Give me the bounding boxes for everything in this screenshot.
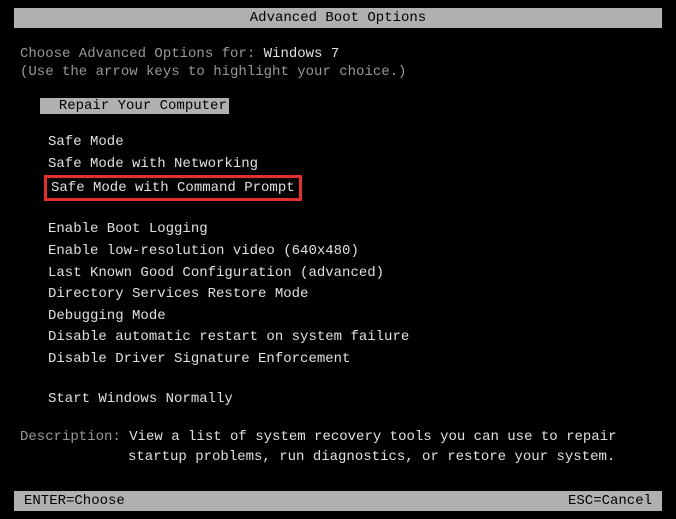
prompt-prefix: Choose Advanced Options for:	[20, 46, 264, 62]
os-name: Windows 7	[264, 46, 340, 62]
menu-item-safe-mode-cmd[interactable]: Safe Mode with Command Prompt	[20, 175, 656, 201]
content-area: Choose Advanced Options for: Windows 7 (…	[0, 28, 676, 428]
highlighted-label: Safe Mode with Command Prompt	[51, 180, 295, 196]
description-block: Description: View a list of system recov…	[0, 428, 676, 467]
description-line2: startup problems, run diagnostics, or re…	[20, 448, 656, 468]
menu-area: Safe Mode Safe Mode with Networking Safe…	[20, 132, 656, 410]
menu-item-boot-logging[interactable]: Enable Boot Logging	[20, 219, 656, 241]
selected-option-row[interactable]: Repair Your Computer	[40, 98, 656, 114]
menu-item-safe-mode-networking[interactable]: Safe Mode with Networking	[20, 154, 656, 176]
menu-item-low-res[interactable]: Enable low-resolution video (640x480)	[20, 241, 656, 263]
description-line1: View a list of system recovery tools you…	[129, 429, 616, 445]
menu-item-disable-driver-sig[interactable]: Disable Driver Signature Enforcement	[20, 349, 656, 371]
hint-line: (Use the arrow keys to highlight your ch…	[20, 64, 656, 80]
highlight-box: Safe Mode with Command Prompt	[44, 175, 302, 201]
menu-item-ds-restore[interactable]: Directory Services Restore Mode	[20, 284, 656, 306]
menu-item-disable-auto-restart[interactable]: Disable automatic restart on system fail…	[20, 327, 656, 349]
menu-item-start-normally[interactable]: Start Windows Normally	[20, 389, 656, 411]
menu-item-safe-mode[interactable]: Safe Mode	[20, 132, 656, 154]
description-label: Description:	[20, 429, 129, 445]
prompt-line: Choose Advanced Options for: Windows 7	[20, 46, 656, 62]
menu-item-debugging[interactable]: Debugging Mode	[20, 306, 656, 328]
title-bar: Advanced Boot Options	[14, 8, 662, 28]
selected-option-label: Repair Your Computer	[59, 98, 227, 114]
footer-enter: ENTER=Choose	[24, 493, 125, 509]
footer-esc: ESC=Cancel	[568, 493, 652, 509]
menu-item-last-known-good[interactable]: Last Known Good Configuration (advanced)	[20, 263, 656, 285]
footer-bar: ENTER=Choose ESC=Cancel	[14, 491, 662, 511]
title-text: Advanced Boot Options	[250, 10, 426, 26]
